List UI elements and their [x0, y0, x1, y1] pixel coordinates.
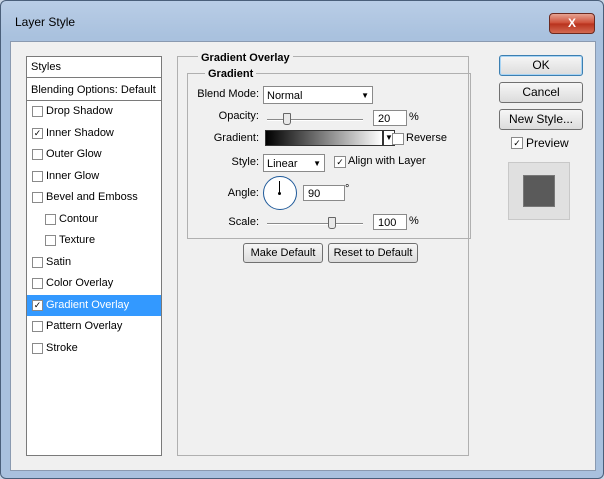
- opacity-unit: %: [409, 111, 419, 123]
- style-item-label: Stroke: [46, 341, 78, 354]
- style-item-checkbox[interactable]: [32, 256, 43, 268]
- style-preview-thumbnail: [508, 162, 570, 220]
- angle-unit: °: [345, 183, 350, 195]
- gradient-preview-bar[interactable]: [265, 130, 383, 146]
- style-item-checkbox[interactable]: [32, 342, 43, 354]
- style-item-label: Satin: [46, 255, 72, 268]
- scale-slider-track[interactable]: [267, 223, 363, 225]
- style-value: Linear: [267, 158, 298, 170]
- close-button[interactable]: X: [549, 13, 595, 34]
- style-item-label: Texture: [59, 234, 96, 246]
- style-item-checkbox[interactable]: [32, 106, 43, 117]
- ok-button[interactable]: OK: [499, 55, 583, 76]
- blending-options-item[interactable]: Blending Options: Default: [27, 80, 161, 101]
- style-item-gradient-overlay[interactable]: ✓ Gradient Overlay: [27, 294, 161, 316]
- style-item-checkbox[interactable]: [32, 149, 43, 160]
- style-item-checkbox[interactable]: [45, 235, 56, 246]
- opacity-slider-thumb[interactable]: [283, 113, 292, 125]
- style-item-satin[interactable]: Satin: [27, 252, 161, 274]
- chevron-down-icon: ▼: [361, 91, 369, 100]
- window-title: Layer Style: [15, 15, 76, 29]
- style-label: Style:: [231, 156, 259, 168]
- style-item-label: Gradient Overlay: [46, 298, 130, 311]
- preview-square: [523, 175, 555, 207]
- style-items: Drop Shadow ✓ Inner Shadow Outer Glow Inner …: [27, 101, 161, 359]
- style-item-drop-shadow[interactable]: Drop Shadow: [27, 101, 161, 123]
- reverse-label: Reverse: [406, 132, 447, 144]
- style-item-label: Contour: [59, 212, 99, 225]
- style-item-texture[interactable]: Texture: [27, 230, 161, 252]
- style-item-inner-shadow[interactable]: ✓ Inner Shadow: [27, 123, 161, 145]
- angle-dial[interactable]: [263, 176, 297, 210]
- layer-style-dialog: Layer Style X Styles Blending Options: D…: [0, 0, 604, 479]
- new-style-button[interactable]: New Style...: [499, 109, 583, 130]
- scale-label: Scale:: [228, 216, 259, 228]
- preview-label: Preview: [526, 136, 569, 150]
- style-select[interactable]: Linear ▼: [263, 154, 325, 172]
- check-icon: ✓: [336, 157, 344, 167]
- align-with-layer-label: Align with Layer: [348, 155, 426, 167]
- style-item-pattern-overlay[interactable]: Pattern Overlay: [27, 316, 161, 338]
- align-with-layer-checkbox[interactable]: ✓: [334, 156, 346, 168]
- angle-label: Angle:: [227, 187, 259, 199]
- style-item-bevel-and-emboss[interactable]: Bevel and Emboss: [27, 187, 161, 209]
- check-icon: ✓: [33, 127, 42, 138]
- dialog-client-area: Styles Blending Options: Default Drop Sh…: [10, 41, 596, 471]
- reset-to-default-button[interactable]: Reset to Default: [328, 243, 418, 263]
- style-item-checkbox[interactable]: ✓: [32, 127, 43, 139]
- angle-dial-center: [278, 192, 281, 195]
- style-item-checkbox[interactable]: [32, 321, 43, 332]
- blend-mode-value: Normal: [267, 90, 303, 102]
- blend-mode-label: Blend Mode:: [197, 88, 259, 100]
- style-item-stroke[interactable]: Stroke: [27, 338, 161, 360]
- style-item-checkbox[interactable]: [32, 278, 43, 289]
- style-item-checkbox[interactable]: [32, 170, 43, 182]
- style-item-label: Color Overlay: [46, 277, 114, 289]
- gradient-subgroup-title: Gradient: [205, 68, 257, 80]
- angle-input[interactable]: 90: [303, 185, 345, 201]
- style-item-outer-glow[interactable]: Outer Glow: [27, 144, 161, 166]
- preview-checkbox[interactable]: ✓: [511, 137, 523, 149]
- style-item-checkbox[interactable]: [45, 213, 56, 225]
- style-item-checkbox[interactable]: ✓: [32, 299, 43, 311]
- styles-list: Styles Blending Options: Default Drop Sh…: [26, 56, 162, 456]
- reverse-checkbox[interactable]: [392, 133, 404, 145]
- style-item-color-overlay[interactable]: Color Overlay: [27, 273, 161, 295]
- make-default-button[interactable]: Make Default: [243, 243, 323, 263]
- style-item-contour[interactable]: Contour: [27, 209, 161, 231]
- style-item-label: Bevel and Emboss: [46, 191, 138, 203]
- style-item-label: Inner Shadow: [46, 126, 114, 139]
- styles-header[interactable]: Styles: [27, 57, 161, 78]
- style-item-inner-glow[interactable]: Inner Glow: [27, 166, 161, 188]
- check-icon: ✓: [33, 299, 42, 310]
- scale-unit: %: [409, 215, 419, 227]
- opacity-slider-track[interactable]: [267, 119, 363, 121]
- opacity-label: Opacity:: [218, 110, 259, 122]
- scale-input[interactable]: 100: [373, 214, 407, 230]
- check-icon: ✓: [513, 138, 521, 148]
- gradient-label: Gradient:: [213, 132, 259, 144]
- style-item-label: Inner Glow: [46, 169, 100, 182]
- blend-mode-select[interactable]: Normal ▼: [263, 86, 373, 104]
- style-item-label: Outer Glow: [46, 148, 102, 160]
- chevron-down-icon: ▼: [313, 159, 321, 168]
- style-item-label: Drop Shadow: [46, 105, 113, 117]
- scale-slider-thumb[interactable]: [328, 217, 336, 229]
- cancel-button[interactable]: Cancel: [499, 82, 583, 103]
- style-item-checkbox[interactable]: [32, 192, 43, 203]
- opacity-input[interactable]: 20: [373, 110, 407, 126]
- gradient-overlay-title: Gradient Overlay: [198, 52, 293, 64]
- style-item-label: Pattern Overlay: [46, 320, 123, 332]
